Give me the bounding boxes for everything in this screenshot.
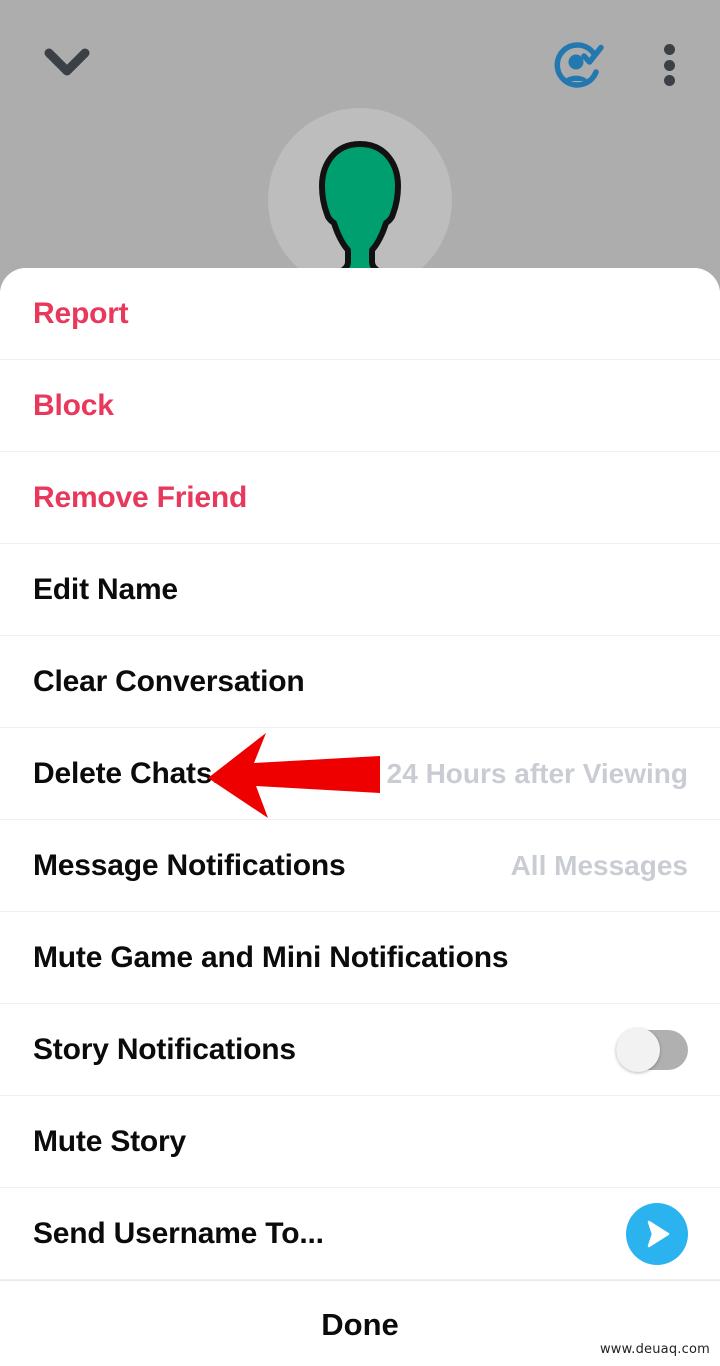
menu-item-report[interactable]: Report — [0, 268, 720, 360]
menu-item-label: Clear Conversation — [33, 664, 305, 698]
menu-item-label: Delete Chats... — [33, 756, 237, 790]
send-button[interactable] — [626, 1202, 688, 1265]
menu-item-label: Send Username To... — [33, 1216, 324, 1250]
menu-item-label: Message Notifications — [33, 848, 346, 882]
send-triangle-icon — [647, 1220, 670, 1247]
profile-top-bar — [0, 0, 720, 120]
profile-backdrop — [0, 0, 720, 312]
menu-item-label: Mute Game and Mini Notifications — [33, 940, 509, 974]
kebab-dot — [663, 44, 675, 55]
menu-item-label: Mute Story — [33, 1124, 187, 1158]
menu-item-story-notifications[interactable]: Story Notifications — [0, 1004, 720, 1096]
action-sheet: Report Block Remove Friend Edit Name Cle… — [0, 268, 720, 1366]
menu-item-label: Block — [33, 388, 114, 422]
chevron-down-icon[interactable] — [44, 44, 90, 82]
story-notifications-toggle[interactable] — [616, 1027, 688, 1072]
menu-item-label: Report — [33, 296, 129, 330]
kebab-menu-icon[interactable] — [655, 44, 683, 86]
menu-item-label: Remove Friend — [33, 480, 248, 514]
person-check-icon[interactable] — [550, 38, 606, 94]
menu-item-send-username-to[interactable]: Send Username To... — [0, 1188, 720, 1280]
menu-item-label: Edit Name — [33, 572, 178, 606]
menu-item-clear-conversation[interactable]: Clear Conversation — [0, 636, 720, 728]
kebab-dot — [663, 75, 675, 86]
menu-item-edit-name[interactable]: Edit Name — [0, 544, 720, 636]
menu-item-delete-chats[interactable]: Delete Chats... 24 Hours after Viewing — [0, 728, 720, 820]
kebab-dot — [663, 59, 675, 71]
toggle-knob — [616, 1027, 660, 1072]
site-watermark: www.deuaq.com — [599, 1342, 710, 1357]
menu-item-block[interactable]: Block — [0, 360, 720, 452]
menu-item-message-notifications[interactable]: Message Notifications All Messages — [0, 820, 720, 912]
menu-item-label: Story Notifications — [33, 1032, 296, 1066]
menu-item-value: All Messages — [510, 849, 688, 881]
menu-item-value: 24 Hours after Viewing — [386, 757, 688, 789]
menu-item-remove-friend[interactable]: Remove Friend — [0, 452, 720, 544]
menu-item-mute-story[interactable]: Mute Story — [0, 1096, 720, 1188]
done-label: Done — [321, 1306, 399, 1342]
app-screen: Report Block Remove Friend Edit Name Cle… — [0, 0, 720, 1366]
menu-item-mute-game-and-mini-notifications[interactable]: Mute Game and Mini Notifications — [0, 912, 720, 1004]
